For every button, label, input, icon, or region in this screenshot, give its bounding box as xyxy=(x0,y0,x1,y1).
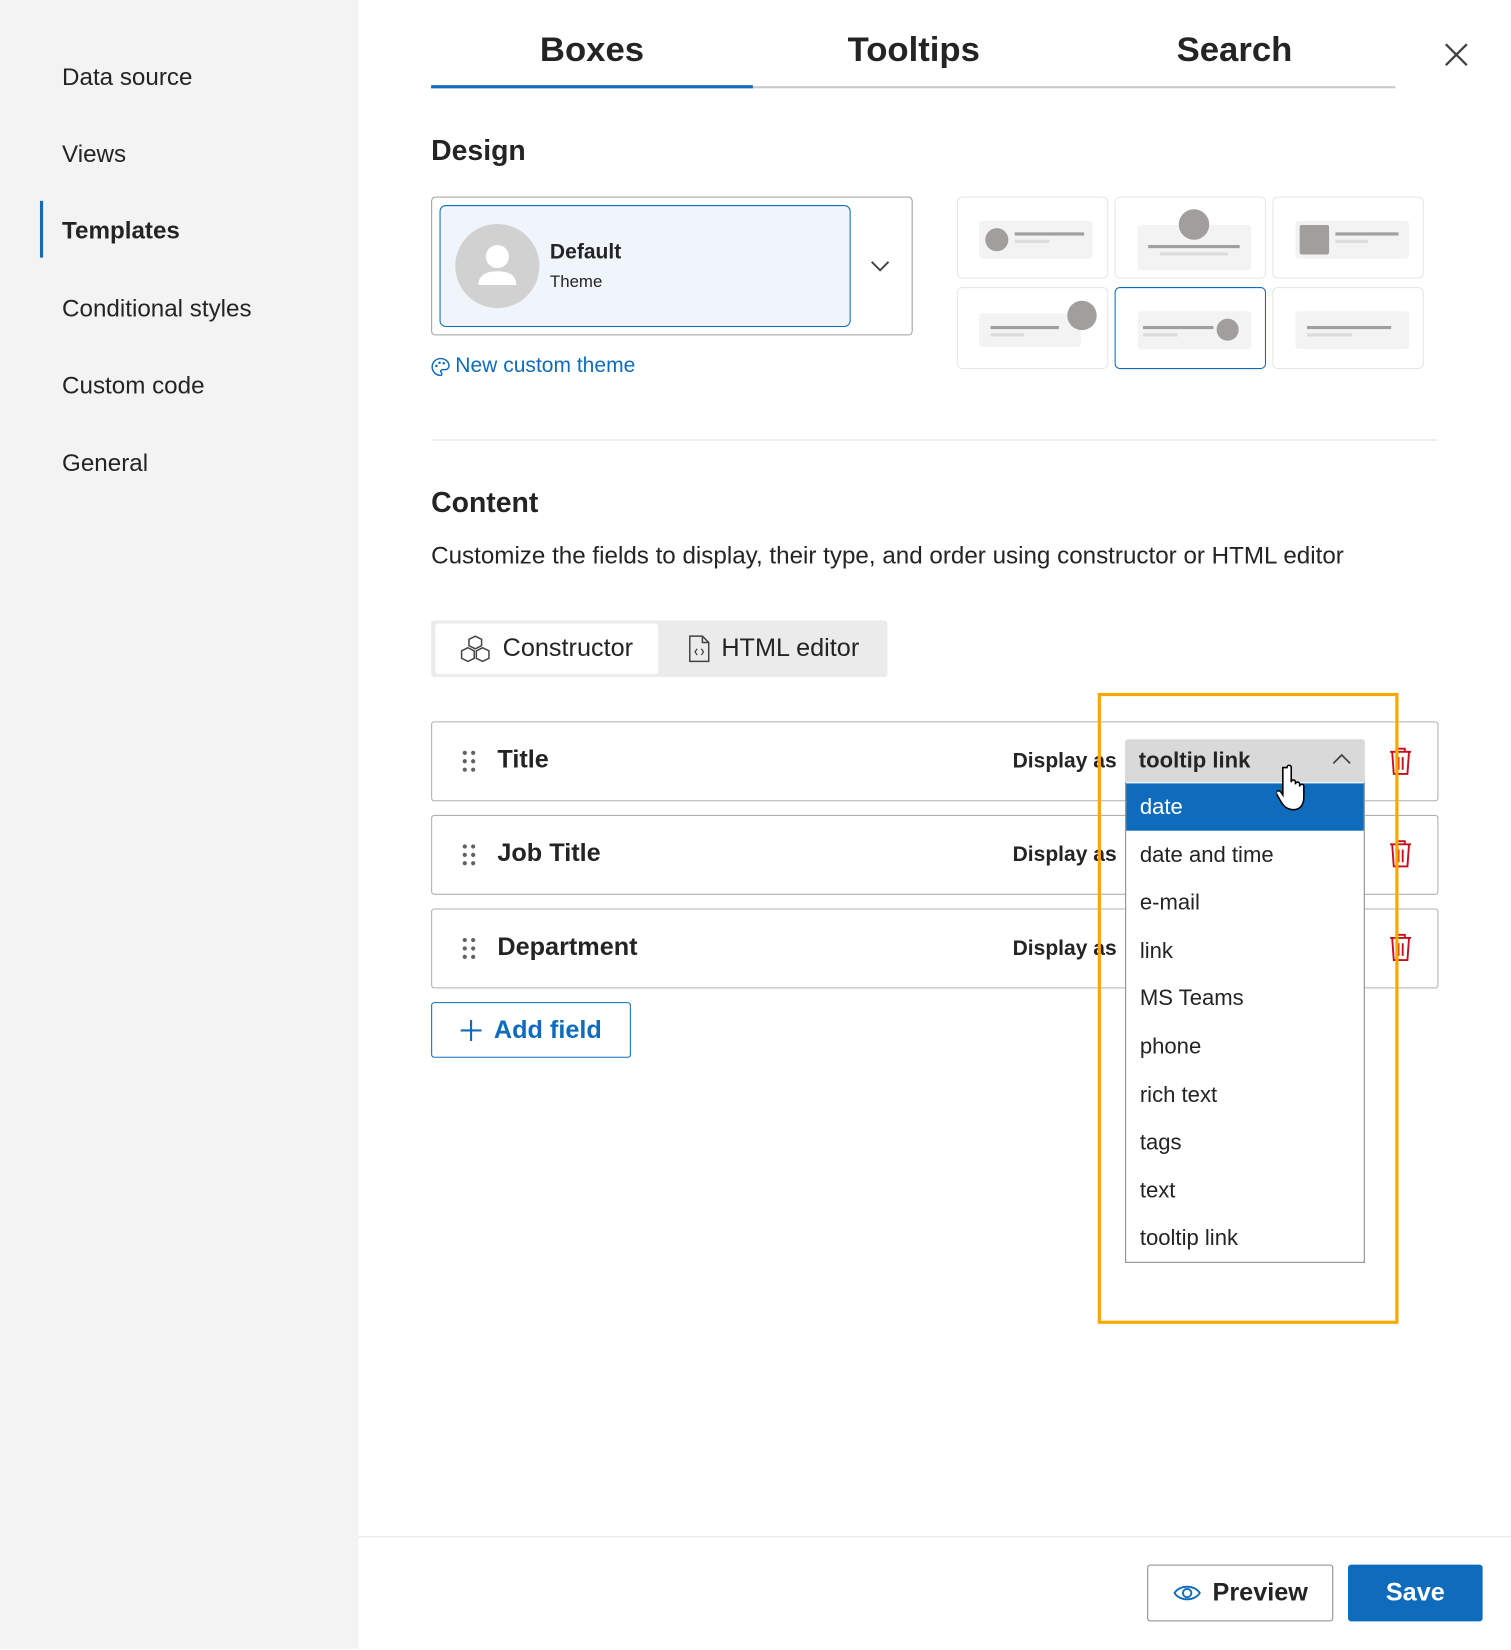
cubes-icon xyxy=(460,635,490,663)
code-file-icon xyxy=(689,635,710,663)
avatar-icon xyxy=(455,223,540,309)
chevron-down-icon[interactable] xyxy=(870,259,891,274)
footer-divider xyxy=(358,1536,1511,1538)
drag-handle-icon[interactable] xyxy=(462,937,477,960)
layout-option-6[interactable] xyxy=(1272,287,1424,370)
preview-label: Preview xyxy=(1212,1578,1308,1607)
constructor-tab[interactable]: Constructor xyxy=(435,623,659,675)
active-tab-indicator xyxy=(431,85,753,89)
layout-option-1[interactable] xyxy=(956,196,1109,279)
plus-icon xyxy=(460,1019,482,1041)
new-custom-theme-link[interactable]: New custom theme xyxy=(430,354,635,378)
palette-icon xyxy=(431,357,450,376)
tab-search[interactable]: Search xyxy=(1074,29,1396,69)
save-button[interactable]: Save xyxy=(1348,1564,1483,1622)
html-editor-tab[interactable]: HTML editor xyxy=(688,621,860,676)
design-heading: Design xyxy=(431,134,526,167)
layout-option-5[interactable] xyxy=(1114,287,1267,370)
tab-tooltips[interactable]: Tooltips xyxy=(753,29,1075,69)
sidebar-item-data-source[interactable]: Data source xyxy=(62,63,192,91)
html-editor-label: HTML editor xyxy=(721,634,860,663)
close-icon[interactable] xyxy=(1444,42,1469,67)
field-name: Department xyxy=(497,932,638,962)
theme-name: Default xyxy=(549,240,622,264)
sidebar-item-views[interactable]: Views xyxy=(62,140,126,168)
constructor-label: Constructor xyxy=(502,634,634,663)
sidebar-item-templates[interactable]: Templates xyxy=(62,217,180,245)
divider xyxy=(431,439,1438,441)
field-name: Job Title xyxy=(497,839,601,868)
eye-icon xyxy=(1173,1585,1202,1601)
content-description: Customize the fields to display, their t… xyxy=(431,541,1344,569)
drag-handle-icon[interactable] xyxy=(462,750,477,773)
field-name: Title xyxy=(497,745,549,774)
layout-option-2[interactable] xyxy=(1114,196,1267,279)
add-field-label: Add field xyxy=(493,1015,602,1044)
sidebar-item-general[interactable]: General xyxy=(62,449,148,477)
sidebar: Data source Views Templates Conditional … xyxy=(0,0,359,1649)
content-heading: Content xyxy=(431,486,539,519)
highlight-box xyxy=(1097,692,1399,1324)
drag-handle-icon[interactable] xyxy=(462,843,477,866)
layout-option-4[interactable] xyxy=(956,287,1109,370)
add-field-button[interactable]: Add field xyxy=(431,1002,631,1058)
sidebar-item-custom-code[interactable]: Custom code xyxy=(62,371,204,399)
preview-button[interactable]: Preview xyxy=(1147,1564,1334,1622)
tab-boxes[interactable]: Boxes xyxy=(431,29,753,69)
theme-subtitle: Theme xyxy=(549,273,603,292)
layout-option-3[interactable] xyxy=(1272,196,1424,279)
sidebar-item-conditional-styles[interactable]: Conditional styles xyxy=(62,294,252,322)
new-custom-theme-label: New custom theme xyxy=(455,354,636,378)
active-indicator xyxy=(39,200,44,258)
